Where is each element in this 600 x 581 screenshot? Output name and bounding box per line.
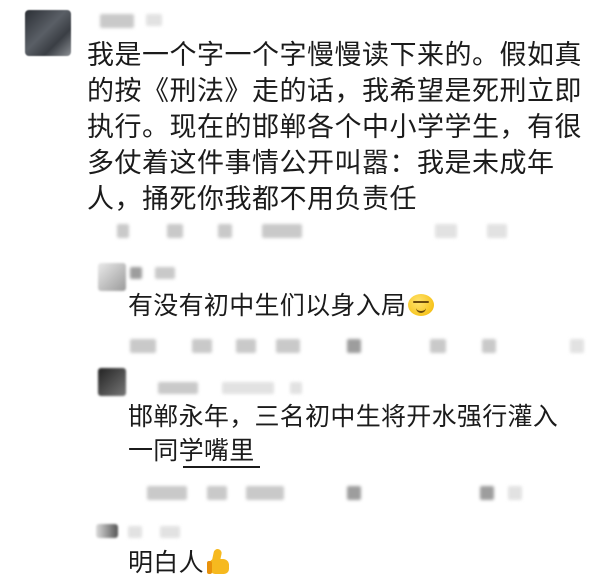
reply-meta-blurred [147,486,187,500]
reply-meta-blurred [192,339,212,353]
cuff-shape [206,561,212,574]
avatar[interactable] [25,10,71,56]
avatar[interactable] [96,524,118,538]
reply-icon-blurred[interactable] [487,224,507,238]
reply-meta-blurred [207,486,227,500]
more-icon-blurred[interactable] [570,339,584,353]
main-comment-text: 我是一个字一个字慢慢读下来的。假如真 的按《刑法》走的话，我希望是死刑立即 执行… [87,38,587,218]
comment-meta-blurred [218,224,232,238]
reply-text: 明白人 [128,546,588,580]
avatar[interactable] [98,368,126,396]
fist-shape [209,559,229,574]
username-blurred [290,382,302,394]
reply-text-line: 邯郸永年，三名初中生将开水强行灌入 [128,402,559,431]
comment-line: 多仗着这件事情公开叫嚣：我是未成年 [87,148,555,179]
username-blurred[interactable] [222,382,274,394]
reply-meta-blurred [276,339,300,353]
smirk-face-emoji [408,294,435,316]
comment-line: 执行。现在的邯郸各个中小学学生，有很 [87,112,582,143]
username-blurred[interactable] [130,267,142,279]
reply-text-line: 一同学嘴里 [128,436,255,465]
username-blurred[interactable] [155,267,175,279]
more-icon-blurred[interactable] [482,339,496,353]
username-blurred[interactable] [100,14,134,28]
like-icon-blurred[interactable] [347,339,361,353]
reply-text: 有没有初中生们以身入局 [128,289,588,323]
reply-meta-blurred [236,339,256,353]
comment-line: 的按《刑法》走的话，我希望是死刑立即 [87,76,582,107]
like-icon-blurred[interactable] [435,224,457,238]
comment-line: 我是一个字一个字慢慢读下来的。假如真 [87,40,582,71]
comment-meta-blurred [167,224,183,238]
reply-icon-blurred[interactable] [430,339,446,353]
more-icon-blurred[interactable] [508,486,522,500]
like-icon-blurred[interactable] [347,486,361,500]
thumbs-up-emoji [206,548,231,574]
comment-meta-blurred [262,224,302,238]
username-blurred-extra [146,14,162,26]
username-blurred[interactable] [158,382,198,394]
comment-meta-blurred [117,224,129,238]
avatar[interactable] [98,263,126,291]
comment-line: 人，捅死你我都不用负责任 [87,184,417,215]
reply-text: 邯郸永年，三名初中生将开水强行灌入 一同学嘴里 [128,400,588,468]
username-blurred[interactable] [128,526,142,538]
username-blurred[interactable] [160,526,180,538]
reply-text-content: 明白人 [128,548,204,577]
reply-text-content: 有没有初中生们以身入局 [128,291,407,320]
reply-meta-blurred [246,486,284,500]
reply-icon-blurred[interactable] [480,486,494,500]
text-underline [183,466,260,468]
reply-meta-blurred [130,339,156,353]
